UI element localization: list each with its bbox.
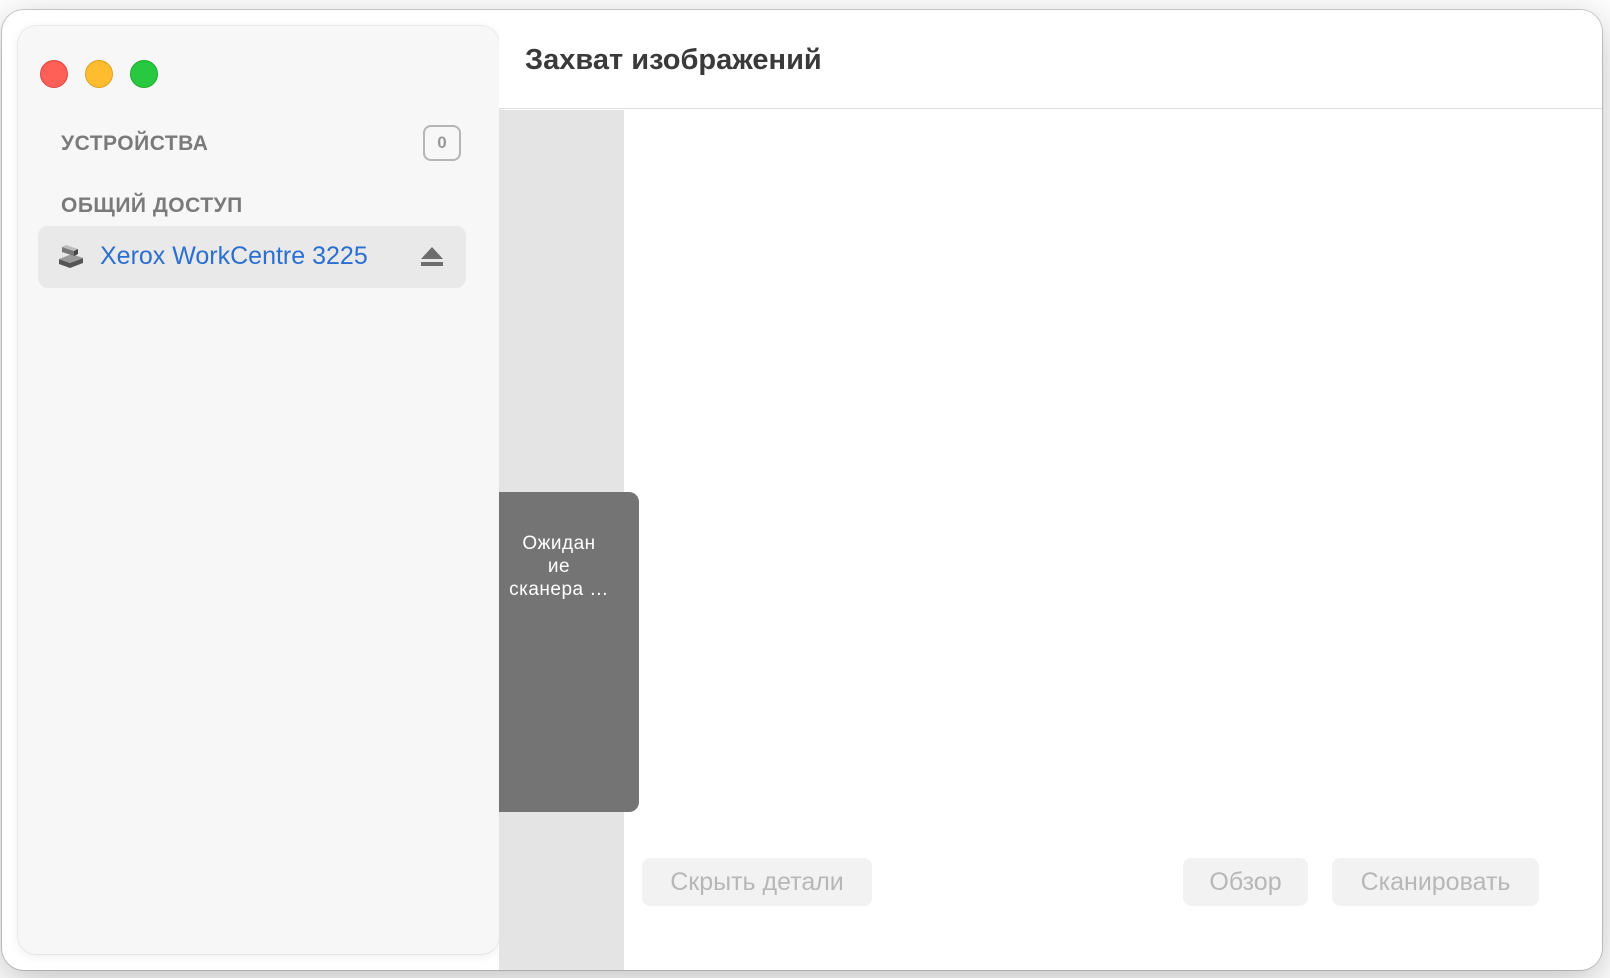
devices-section-title: УСТРОЙСТВА [61, 132, 209, 155]
close-button[interactable] [40, 60, 68, 88]
eject-icon[interactable] [419, 244, 445, 270]
image-capture-window: УСТРОЙСТВА 0 ОБЩИЙ ДОСТУП Xerox WorkCent… [2, 10, 1602, 970]
device-label: Xerox WorkCentre 3225 [100, 242, 368, 270]
devices-count-badge: 0 [423, 125, 461, 161]
scanner-status-overlay: Ожидан ие сканера … [499, 492, 639, 812]
browse-button[interactable]: Обзор [1183, 858, 1308, 906]
window-title: Захват изображений [525, 44, 822, 76]
sidebar-item-xerox-workcentre[interactable]: Xerox WorkCentre 3225 [38, 226, 466, 288]
hide-details-button[interactable]: Скрыть детали [642, 858, 872, 906]
zoom-button[interactable] [130, 60, 158, 88]
waiting-for-scanner-text: Ожидан ие сканера … [509, 533, 609, 600]
scan-button[interactable]: Сканировать [1332, 858, 1539, 906]
scan-preview-area [624, 110, 1602, 970]
shared-section-title: ОБЩИЙ ДОСТУП [61, 194, 243, 217]
title-bar: Захват изображений [499, 10, 1602, 109]
scanner-icon [59, 245, 83, 268]
sidebar: УСТРОЙСТВА 0 ОБЩИЙ ДОСТУП Xerox WorkCent… [18, 26, 499, 954]
minimize-button[interactable] [85, 60, 113, 88]
